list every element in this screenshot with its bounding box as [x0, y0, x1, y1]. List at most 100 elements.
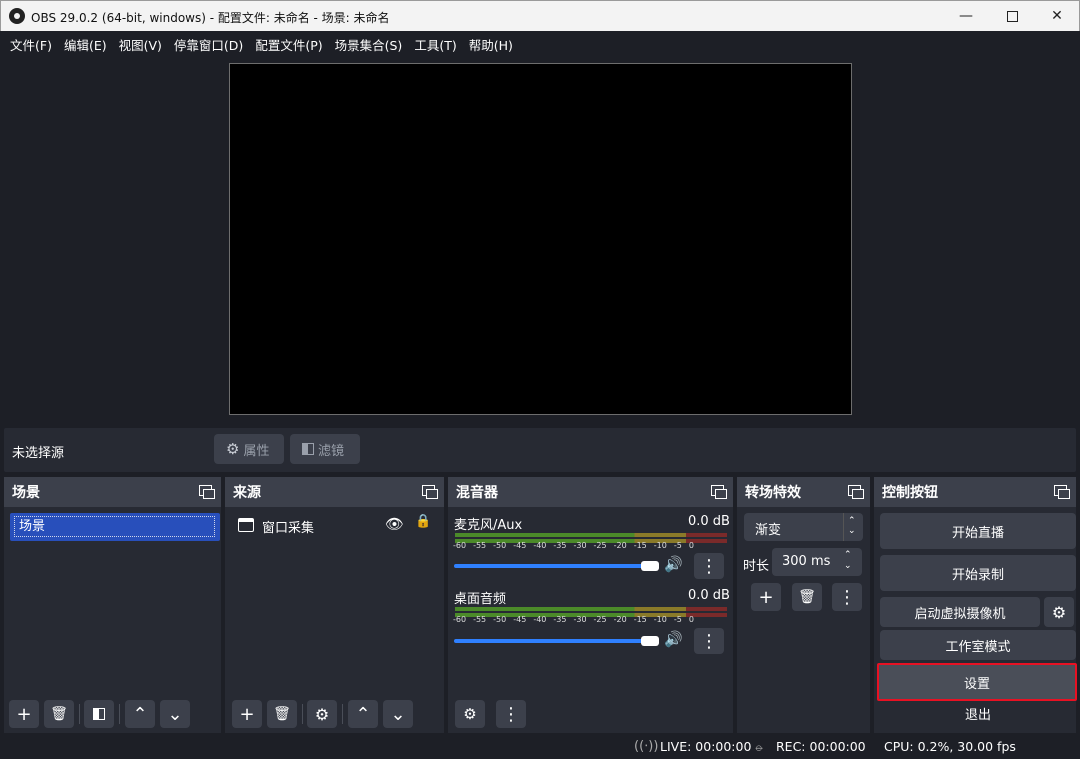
- menu-docks[interactable]: 停靠窗口(D): [168, 35, 249, 54]
- transitions-dock: 转场特效 渐变 ⌃ ⌄ 时长 300 ms ⌃ ⌄ + 🗑 ⋮: [737, 477, 870, 733]
- move-scene-down-button[interactable]: ⌄: [160, 700, 190, 728]
- duration-spinbox[interactable]: 300 ms ⌃ ⌄: [772, 548, 862, 576]
- move-source-up-button[interactable]: ⌃: [348, 700, 378, 728]
- channel-menu-button[interactable]: ⋮: [694, 628, 724, 654]
- source-properties-button[interactable]: ⚙: [307, 700, 337, 728]
- filter-icon: [302, 443, 314, 455]
- preview-canvas[interactable]: [229, 63, 852, 415]
- sources-dock-header: 来源: [225, 477, 444, 507]
- context-bar: 未选择源 ⚙ 属性 滤镜: [4, 428, 1076, 472]
- trash-icon: 🗑: [798, 589, 816, 605]
- add-transition-button[interactable]: +: [751, 583, 781, 611]
- eye-icon[interactable]: 👁: [385, 515, 404, 533]
- transition-menu-button[interactable]: ⋮: [832, 583, 862, 611]
- transitions-dock-header: 转场特效: [737, 477, 870, 507]
- settings-button[interactable]: 设置: [877, 663, 1077, 701]
- add-scene-button[interactable]: +: [9, 700, 39, 728]
- volume-slider-handle[interactable]: [641, 636, 659, 646]
- sources-dock: 来源 窗口采集 👁 🔒 + 🗑 ⚙ ⌃ ⌄: [225, 477, 444, 733]
- title-bar: OBS 29.0.2 (64-bit, windows) - 配置文件: 未命名…: [0, 0, 1080, 31]
- minimize-button[interactable]: —: [943, 1, 989, 31]
- menu-view[interactable]: 视图(V): [113, 35, 168, 54]
- kebab-icon: ⋮: [838, 586, 856, 608]
- volume-slider[interactable]: [454, 564, 648, 568]
- kebab-icon: ⋮: [700, 630, 718, 652]
- updown-icon: ⌃ ⌄: [844, 550, 852, 571]
- virtual-camera-settings-button[interactable]: ⚙: [1044, 597, 1074, 627]
- channel-name: 桌面音频: [454, 592, 507, 607]
- duration-value: 300 ms: [782, 554, 831, 569]
- divider: [119, 704, 120, 724]
- filters-label: 滤镜: [318, 443, 345, 459]
- remove-scene-button[interactable]: 🗑: [44, 700, 74, 728]
- source-item-label: 窗口采集: [262, 521, 315, 536]
- kebab-icon: ⋮: [700, 555, 718, 577]
- transition-selected: 渐变: [755, 523, 782, 538]
- maximize-button[interactable]: [989, 1, 1035, 31]
- close-button[interactable]: ✕: [1034, 1, 1080, 31]
- filter-icon: [93, 708, 105, 720]
- channel-name: 麦克风/Aux: [454, 518, 523, 533]
- undock-icon[interactable]: [422, 485, 438, 499]
- undock-icon[interactable]: [711, 485, 727, 499]
- live-timer: LIVE: 00:00:00: [660, 739, 752, 754]
- speaker-icon[interactable]: 🔊: [664, 555, 683, 573]
- speaker-icon[interactable]: 🔊: [664, 630, 683, 648]
- source-list-item[interactable]: 窗口采集 👁 🔒: [229, 513, 439, 537]
- trash-icon: 🗑: [50, 706, 68, 722]
- menu-file[interactable]: 文件(F): [4, 35, 58, 54]
- chevron-up-icon: ⌃: [132, 703, 148, 725]
- remove-transition-button[interactable]: 🗑: [792, 583, 822, 611]
- lock-icon[interactable]: 🔒: [415, 514, 431, 529]
- start-streaming-button[interactable]: 开始直播: [880, 513, 1076, 549]
- gear-icon: ⚙: [1051, 602, 1067, 622]
- menu-help[interactable]: 帮助(H): [463, 35, 519, 54]
- rec-timer: REC: 00:00:00: [776, 739, 866, 754]
- move-scene-up-button[interactable]: ⌃: [125, 700, 155, 728]
- scenes-title: 场景: [12, 485, 40, 501]
- exit-button[interactable]: 退出: [880, 701, 1076, 725]
- menu-edit[interactable]: 编辑(E): [58, 35, 113, 54]
- mixer-dock-header: 混音器: [448, 477, 733, 507]
- transition-select[interactable]: 渐变 ⌃ ⌄: [744, 513, 863, 541]
- filters-button[interactable]: 滤镜: [290, 434, 360, 464]
- mixer-menu-button[interactable]: ⋮: [496, 700, 526, 728]
- start-recording-button[interactable]: 开始录制: [880, 555, 1076, 591]
- volume-slider[interactable]: [454, 639, 648, 643]
- meter-ticks: -60 -55 -50 -45 -40 -35 -30 -25 -20 -15 -10 -5 0: [453, 541, 694, 550]
- status-bar: ((⋅)) LIVE: 00:00:00 ⦵ REC: 00:00:00 CPU…: [0, 733, 1080, 759]
- volume-meter: [455, 533, 727, 537]
- move-source-down-button[interactable]: ⌄: [383, 700, 413, 728]
- channel-menu-button[interactable]: ⋮: [694, 553, 724, 579]
- properties-button[interactable]: ⚙ 属性: [214, 434, 284, 464]
- divider: [79, 704, 80, 724]
- duration-label: 时长: [743, 559, 770, 574]
- recording-status-icon: ⦵: [754, 739, 765, 754]
- advanced-audio-button[interactable]: ⚙: [455, 700, 485, 728]
- transitions-title: 转场特效: [745, 485, 801, 501]
- scene-filters-button[interactable]: [84, 700, 114, 728]
- channel-db: 0.0 dB: [688, 514, 730, 529]
- trash-icon: 🗑: [273, 706, 291, 722]
- undock-icon[interactable]: [1054, 485, 1070, 499]
- scene-item-label: 场景: [14, 516, 215, 537]
- plus-icon: +: [239, 703, 255, 725]
- chevron-up-icon: ⌃: [355, 703, 371, 725]
- obs-logo-icon: [9, 8, 25, 24]
- menu-tools[interactable]: 工具(T): [408, 35, 462, 54]
- volume-slider-handle[interactable]: [641, 561, 659, 571]
- menu-scene-collection[interactable]: 场景集合(S): [329, 35, 409, 54]
- no-source-label: 未选择源: [12, 446, 65, 461]
- properties-label: 属性: [243, 443, 270, 459]
- scene-list-item[interactable]: 场景: [10, 513, 220, 541]
- updown-icon: ⌃ ⌄: [848, 516, 856, 536]
- studio-mode-button[interactable]: 工作室模式: [880, 630, 1076, 660]
- undock-icon[interactable]: [848, 485, 864, 499]
- add-source-button[interactable]: +: [232, 700, 262, 728]
- menu-profile[interactable]: 配置文件(P): [249, 35, 328, 54]
- divider: [843, 513, 844, 541]
- start-virtual-camera-button[interactable]: 启动虚拟摄像机: [880, 597, 1040, 627]
- remove-source-button[interactable]: 🗑: [267, 700, 297, 728]
- divider: [302, 704, 303, 724]
- undock-icon[interactable]: [199, 485, 215, 499]
